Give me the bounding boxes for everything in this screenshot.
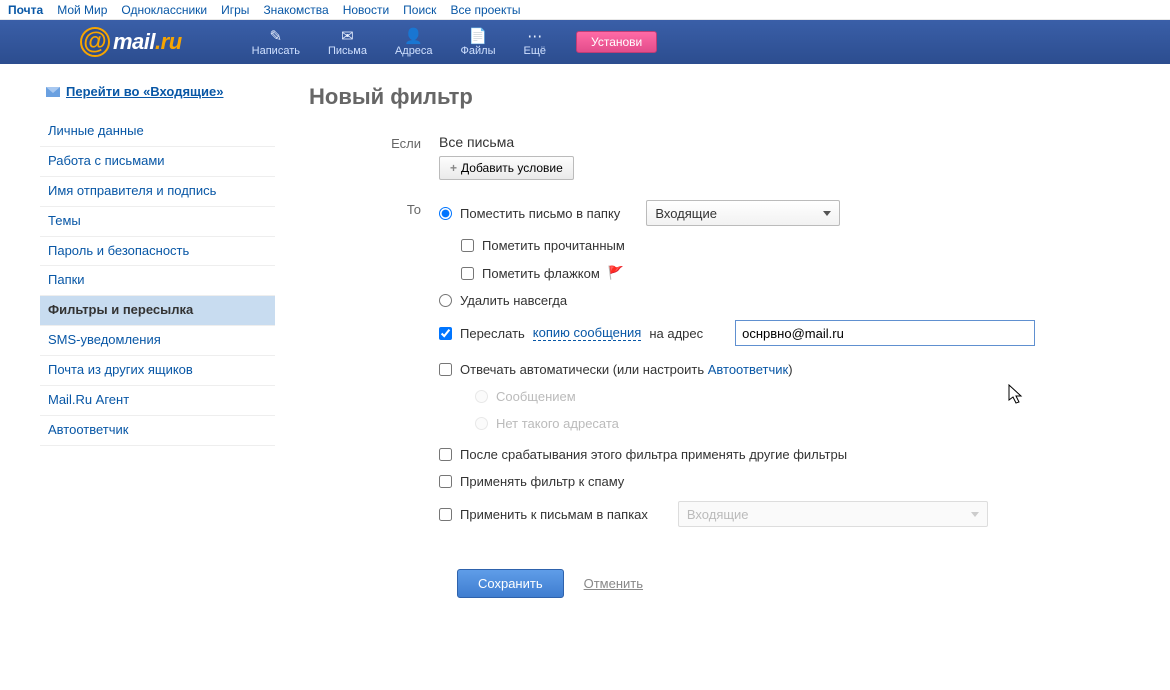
install-button[interactable]: Установи bbox=[576, 31, 657, 53]
mark-flag-checkbox[interactable] bbox=[461, 267, 474, 280]
chevron-down-icon bbox=[823, 211, 831, 216]
place-folder-label: Поместить письмо в папку bbox=[460, 206, 620, 221]
envelope-icon bbox=[46, 87, 60, 97]
autoreply-label: Отвечать автоматически (или настроить Ав… bbox=[460, 362, 793, 377]
add-condition-button[interactable]: Добавить условие bbox=[439, 156, 574, 180]
sidebar-item-filters[interactable]: Фильтры и пересылка bbox=[40, 296, 275, 326]
sidebar-item-folders[interactable]: Папки bbox=[40, 266, 275, 296]
apply-folders-label: Применить к письмам в папках bbox=[460, 507, 648, 522]
at-icon: @ bbox=[80, 27, 110, 57]
file-icon: 📄 bbox=[469, 27, 488, 45]
sidebar: Перейти во «Входящие» Личные данные Рабо… bbox=[40, 84, 275, 598]
dots-icon: ⋯ bbox=[527, 27, 542, 45]
topnav-link[interactable]: Одноклассники bbox=[121, 3, 207, 17]
sidebar-menu: Личные данные Работа с письмами Имя отпр… bbox=[40, 117, 275, 446]
delete-radio[interactable] bbox=[439, 294, 452, 307]
delete-label: Удалить навсегда bbox=[460, 293, 567, 308]
apply-spam-label: Применять фильтр к спаму bbox=[460, 474, 624, 489]
nav-files[interactable]: 📄Файлы bbox=[461, 27, 496, 57]
sidebar-item-agent[interactable]: Mail.Ru Агент bbox=[40, 386, 275, 416]
sidebar-item-personal[interactable]: Личные данные bbox=[40, 117, 275, 147]
autoreply-link[interactable]: Автоответчик bbox=[708, 362, 788, 377]
person-icon: 👤 bbox=[404, 27, 423, 45]
forward-copy-link[interactable]: копию сообщения bbox=[533, 325, 642, 341]
autoreply-msg-radio bbox=[475, 390, 488, 403]
sidebar-item-external[interactable]: Почта из других ящиков bbox=[40, 356, 275, 386]
sidebar-item-security[interactable]: Пароль и безопасность bbox=[40, 237, 275, 267]
place-folder-radio[interactable] bbox=[439, 207, 452, 220]
header: @ mail.ru ✎Написать ✉Письма 👤Адреса 📄Фай… bbox=[0, 20, 1170, 64]
autoreply-noaddr-radio bbox=[475, 417, 488, 430]
logo-text: mail.ru bbox=[113, 29, 182, 55]
autoreply-checkbox[interactable] bbox=[439, 363, 452, 376]
mark-read-checkbox[interactable] bbox=[461, 239, 474, 252]
nav-contacts[interactable]: 👤Адреса bbox=[395, 27, 433, 57]
apply-folders-select: Входящие bbox=[678, 501, 988, 527]
main-content: Новый фильтр Если Все письма Добавить ус… bbox=[275, 84, 1170, 598]
forward-suffix: на адрес bbox=[649, 326, 703, 341]
apply-folders-checkbox[interactable] bbox=[439, 508, 452, 521]
sidebar-item-sms[interactable]: SMS-уведомления bbox=[40, 326, 275, 356]
pencil-icon: ✎ bbox=[270, 27, 283, 45]
all-letters-text: Все письма bbox=[439, 134, 1130, 150]
topnav-link[interactable]: Знакомства bbox=[263, 3, 328, 17]
save-button[interactable]: Сохранить bbox=[457, 569, 564, 598]
forward-checkbox[interactable] bbox=[439, 327, 452, 340]
mail-icon: ✉ bbox=[341, 27, 354, 45]
topnav-link[interactable]: Игры bbox=[221, 3, 249, 17]
forward-email-input[interactable] bbox=[735, 320, 1035, 346]
chevron-down-icon bbox=[971, 512, 979, 517]
top-nav: Почта Мой Мир Одноклассники Игры Знакомс… bbox=[0, 0, 1170, 20]
topnav-link[interactable]: Все проекты bbox=[450, 3, 520, 17]
if-label: Если bbox=[309, 134, 439, 180]
logo[interactable]: @ mail.ru bbox=[80, 27, 182, 57]
header-nav: ✎Написать ✉Письма 👤Адреса 📄Файлы ⋯Ещё bbox=[252, 27, 546, 57]
sidebar-item-autoreply[interactable]: Автоответчик bbox=[40, 416, 275, 446]
topnav-link[interactable]: Почта bbox=[8, 3, 43, 17]
mark-read-label: Пометить прочитанным bbox=[482, 238, 625, 253]
nav-compose[interactable]: ✎Написать bbox=[252, 27, 300, 57]
autoreply-msg-label: Сообщением bbox=[496, 389, 576, 404]
goto-inbox-link[interactable]: Перейти во «Входящие» bbox=[66, 84, 223, 99]
goto-inbox[interactable]: Перейти во «Входящие» bbox=[40, 84, 275, 99]
sidebar-item-themes[interactable]: Темы bbox=[40, 207, 275, 237]
folder-select[interactable]: Входящие bbox=[646, 200, 840, 226]
mark-flag-label: Пометить флажком bbox=[482, 266, 600, 281]
nav-mail[interactable]: ✉Письма bbox=[328, 27, 367, 57]
cancel-link[interactable]: Отменить bbox=[584, 576, 643, 591]
after-filter-label: После срабатывания этого фильтра применя… bbox=[460, 447, 847, 462]
forward-label: Переслать bbox=[460, 326, 525, 341]
topnav-link[interactable]: Мой Мир bbox=[57, 3, 107, 17]
topnav-link[interactable]: Новости bbox=[343, 3, 389, 17]
nav-more[interactable]: ⋯Ещё bbox=[524, 27, 547, 57]
sidebar-item-sender[interactable]: Имя отправителя и подпись bbox=[40, 177, 275, 207]
then-label: То bbox=[309, 200, 439, 539]
sidebar-item-messages[interactable]: Работа с письмами bbox=[40, 147, 275, 177]
apply-spam-checkbox[interactable] bbox=[439, 475, 452, 488]
flag-icon: 🚩 bbox=[608, 265, 624, 281]
page-title: Новый фильтр bbox=[309, 84, 1130, 110]
after-filter-checkbox[interactable] bbox=[439, 448, 452, 461]
autoreply-noaddr-label: Нет такого адресата bbox=[496, 416, 619, 431]
topnav-link[interactable]: Поиск bbox=[403, 3, 436, 17]
